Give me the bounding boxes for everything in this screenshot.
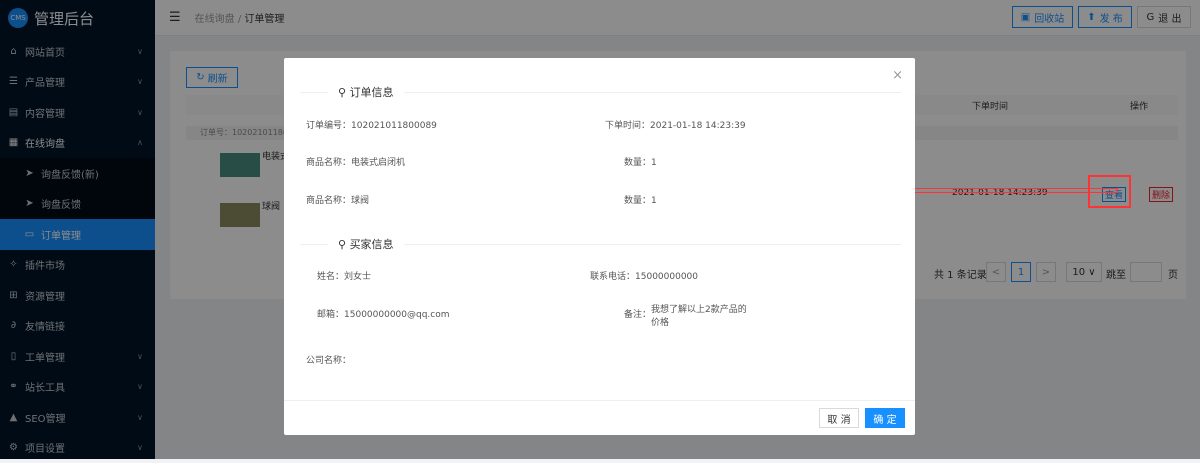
user-icon: ⚲	[338, 86, 350, 99]
value: 15000000000	[635, 272, 698, 282]
label: 数量：	[624, 196, 651, 206]
cancel-button[interactable]: 取 消	[819, 408, 859, 428]
value: 15000000000@qq.com	[344, 310, 450, 320]
confirm-button[interactable]: 确 定	[865, 408, 905, 428]
label: 商品名称：	[306, 196, 351, 206]
order-info-section: ⚲ 订单信息	[300, 92, 901, 93]
order-detail-modal: × ⚲ 订单信息 订单编号：102021011800089 下单时间：2021-…	[284, 58, 915, 435]
product-name-field: 商品名称：电装式启闭机	[306, 155, 405, 168]
modal-footer	[284, 400, 915, 401]
close-icon[interactable]: ×	[892, 68, 903, 83]
label: 备注：	[624, 310, 651, 320]
label: 数量：	[624, 158, 651, 168]
value: 2021-01-18 14:23:39	[650, 121, 746, 131]
value: 102021011800089	[351, 121, 437, 131]
value: 1	[651, 158, 657, 168]
order-time-field: 下单时间：2021-01-18 14:23:39	[605, 118, 746, 131]
user-icon: ⚲	[338, 238, 350, 251]
value: 刘女士	[344, 272, 371, 282]
value: 价格	[651, 318, 669, 328]
annotation-highlight-box	[1088, 175, 1131, 208]
label: 订单信息	[350, 86, 394, 99]
order-info-title: ⚲ 订单信息	[328, 84, 404, 100]
label: 姓名：	[317, 272, 344, 282]
order-number-field: 订单编号：102021011800089	[306, 118, 437, 131]
label: 邮箱：	[317, 310, 344, 320]
email-field: 邮箱：15000000000@qq.com	[317, 307, 450, 320]
value: 电装式启闭机	[351, 158, 405, 168]
value: 我想了解以上2款产品的	[651, 305, 747, 315]
quantity-field: 数量：1	[624, 193, 657, 206]
label: 下单时间：	[605, 121, 650, 131]
annotation-arrow	[903, 188, 1118, 193]
phone-field: 联系电话：15000000000	[590, 269, 698, 282]
label: 买家信息	[350, 238, 394, 251]
company-field: 公司名称：	[306, 353, 351, 366]
quantity-field: 数量：1	[624, 155, 657, 168]
note-field: 备注：我想了解以上2款产品的价格	[624, 307, 747, 330]
label: 联系电话：	[590, 272, 635, 282]
value: 1	[651, 196, 657, 206]
buyer-info-section: ⚲ 买家信息	[300, 244, 901, 245]
label: 商品名称：	[306, 158, 351, 168]
label: 订单编号：	[306, 121, 351, 131]
product-name-field: 商品名称：球阀	[306, 193, 369, 206]
buyer-name-field: 姓名：刘女士	[317, 269, 371, 282]
value: 球阀	[351, 196, 369, 206]
label: 公司名称：	[306, 356, 351, 366]
buyer-info-title: ⚲ 买家信息	[328, 236, 404, 252]
